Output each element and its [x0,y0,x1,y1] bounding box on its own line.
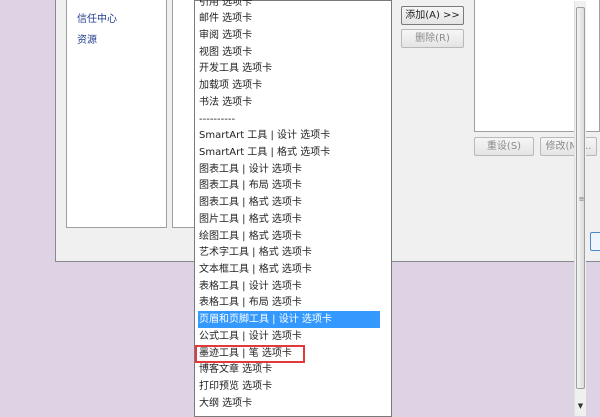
options-category-list: 信任中心 资源 [66,0,167,228]
dropdown-item[interactable]: 邮件 选项卡 [198,10,380,27]
dropdown-item[interactable]: 打印预览 选项卡 [198,378,380,395]
dropdown-item[interactable]: 表格工具 | 布局 选项卡 [198,294,380,311]
dropdown-item[interactable]: 开发工具 选项卡 [198,60,380,77]
nav-item-trust-center[interactable]: 信任中心 [77,10,117,25]
dropdown-item[interactable]: 书法 选项卡 [198,94,380,111]
dropdown-item[interactable]: 审阅 选项卡 [198,27,380,44]
dropdown-scrollbar[interactable]: ≡ ▼ [574,1,586,416]
dropdown-item[interactable]: 图表工具 | 布局 选项卡 [198,177,380,194]
dropdown-item[interactable]: 图片工具 | 格式 选项卡 [198,211,380,228]
dropdown-item[interactable]: 公式工具 | 设计 选项卡 [198,328,380,345]
available-commands-list-frame [172,0,196,228]
dropdown-item[interactable]: 文本框工具 | 格式 选项卡 [198,261,380,278]
dropdown-item[interactable]: 图表工具 | 格式 选项卡 [198,194,380,211]
scrollbar-thumb[interactable]: ≡ [576,7,585,389]
dropdown-item[interactable]: SmartArt 工具 | 格式 选项卡 [198,144,380,161]
add-button[interactable]: 添加(A) >> [401,6,464,25]
dropdown-item[interactable]: 表格工具 | 设计 选项卡 [198,278,380,295]
dropdown-item-ink-tools-pen[interactable]: 墨迹工具 | 笔 选项卡 [198,345,380,362]
scroll-down-arrow-icon[interactable]: ▼ [576,398,585,414]
dropdown-item[interactable]: 加载项 选项卡 [198,77,380,94]
dropdown-item[interactable]: 图表工具 | 设计 选项卡 [198,161,380,178]
dropdown-item[interactable]: 艺术字工具 | 格式 选项卡 [198,244,380,261]
remove-button[interactable]: 删除(R) [401,29,464,48]
ok-button-edge[interactable] [590,232,600,251]
dropdown-item[interactable]: 博客文章 选项卡 [198,361,380,378]
dropdown-item[interactable]: 视图 选项卡 [198,44,380,61]
modify-button[interactable]: 修改(M)... [540,137,597,156]
scroll-grip-icon: ≡ [578,195,585,203]
dropdown-item[interactable]: SmartArt 工具 | 设计 选项卡 [198,127,380,144]
choose-commands-dropdown-list[interactable]: 引用 选项卡 邮件 选项卡 审阅 选项卡 视图 选项卡 开发工具 选项卡 加载项… [194,0,586,417]
reset-button[interactable]: 重设(S) [474,137,534,156]
dropdown-item[interactable]: 绘图工具 | 格式 选项卡 [198,228,380,245]
nav-item-resources[interactable]: 资源 [77,31,97,46]
dropdown-separator: ---------- [199,114,236,125]
dropdown-item-selected[interactable]: 页眉和页脚工具 | 设计 选项卡 [198,311,380,328]
dropdown-item[interactable]: 大纲 选项卡 [198,395,380,412]
